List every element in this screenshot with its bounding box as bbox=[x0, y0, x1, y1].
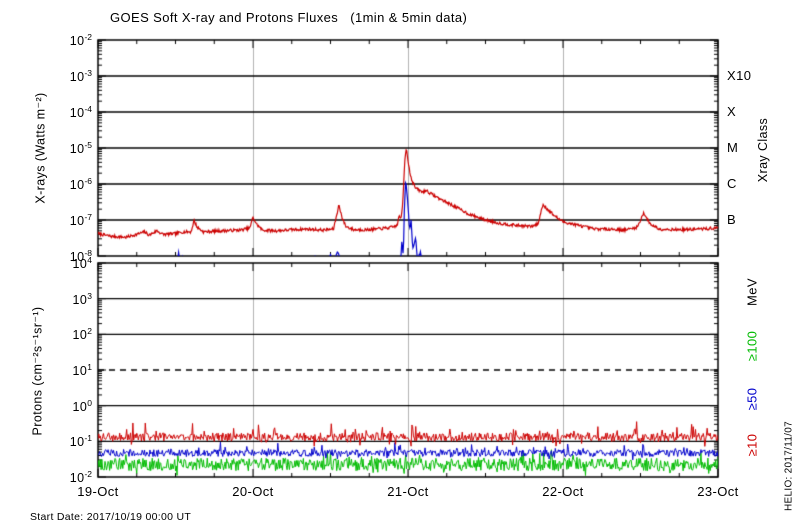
chart-title: GOES Soft X-ray and Protons Fluxes (1min… bbox=[110, 10, 468, 25]
date-tick-label: 20-Oct bbox=[232, 484, 274, 499]
protons-ytick-label: 103 bbox=[72, 290, 92, 307]
protons-ytick-label: 104 bbox=[72, 255, 92, 272]
xray-ytick-label: 10-5 bbox=[69, 140, 92, 157]
xray-class-label: M bbox=[727, 140, 739, 155]
date-tick-label: 22-Oct bbox=[542, 484, 584, 499]
protons-ytick-label: 101 bbox=[72, 362, 92, 379]
protons-ytick-label: 10-1 bbox=[69, 433, 92, 450]
protons-ytick-label: 10-2 bbox=[69, 469, 92, 486]
xray-ytick-label: 10-4 bbox=[69, 104, 92, 121]
date-tick-label: 23-Oct bbox=[697, 484, 739, 499]
goes-flux-figure: GOES Soft X-ray and Protons Fluxes (1min… bbox=[0, 0, 800, 530]
proton-energy-label: ≥100 bbox=[744, 330, 760, 362]
xray-ytick-label: 10-3 bbox=[69, 68, 92, 85]
xray-ytick-label: 10-2 bbox=[69, 32, 92, 49]
xray-ytick-label: 10-6 bbox=[69, 176, 92, 193]
proton-energy-label: ≥50 bbox=[744, 387, 760, 411]
chart-canvas bbox=[0, 0, 800, 530]
xray-class-label: C bbox=[727, 176, 737, 191]
xray-ytick-label: 10-7 bbox=[69, 212, 92, 229]
helio-credit-text: HELIO: 2017/11/07 bbox=[783, 421, 795, 511]
xray-class-label: X10 bbox=[727, 68, 752, 83]
date-tick-label: 21-Oct bbox=[387, 484, 429, 499]
xray-class-label: X bbox=[727, 104, 737, 119]
date-tick-label: 19-Oct bbox=[77, 484, 119, 499]
xray-class-axis-title: Xray Class bbox=[756, 117, 770, 183]
xray-class-label: B bbox=[727, 212, 737, 227]
proton-energy-label: ≥10 bbox=[744, 433, 760, 457]
protons-ytick-label: 102 bbox=[72, 326, 92, 343]
proton-energy-label: MeV bbox=[744, 277, 760, 306]
protons-ytick-label: 100 bbox=[72, 397, 92, 414]
start-date-text: Start Date: 2017/10/19 00:00 UT bbox=[30, 511, 192, 523]
